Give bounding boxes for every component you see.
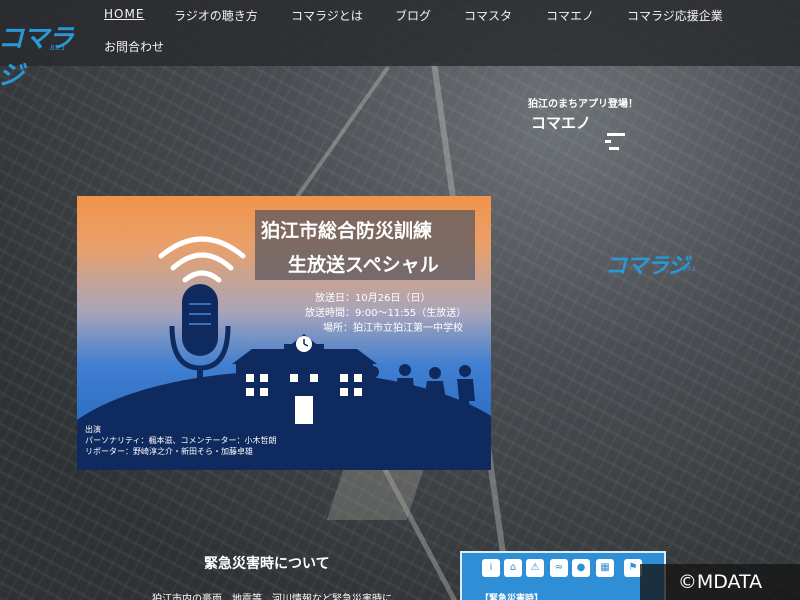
background-logo: コマラジ 85.1 xyxy=(605,248,715,279)
event-poster[interactable]: 狛江市総合防災訓練 生放送スペシャル 放送日：10月26日（日） 放送時間：9:… xyxy=(77,196,491,470)
poster-broadcast-time: 放送時間：9:00～11:55（生放送） xyxy=(305,308,467,319)
nav-sponsors[interactable]: コマラジ応援企業 xyxy=(627,7,723,24)
location-icon: ● xyxy=(572,559,590,577)
promo-tagline: 狛江のまちアプリ登場！ xyxy=(528,99,638,110)
arrows-icon xyxy=(605,130,627,152)
promo-app-name[interactable]: コマエノ xyxy=(531,112,591,133)
nav-how-to-listen[interactable]: ラジオの聴き方 xyxy=(174,7,258,24)
copyright-watermark: ©MDATA xyxy=(640,564,800,600)
warning-icon: ⚠ xyxy=(526,559,544,577)
site-logo[interactable]: コマラジ 85.1 xyxy=(0,18,93,91)
nav-contact[interactable]: お問合わせ xyxy=(104,38,164,55)
nav-about[interactable]: コマラジとは xyxy=(291,7,363,24)
school-field xyxy=(326,470,424,520)
building-icon: ▦ xyxy=(596,559,614,577)
cast-reporters: リポーター：野崎淳之介・新田そら・加藤卓雄 xyxy=(85,447,253,456)
students-icon xyxy=(361,364,475,424)
nav-komaeno[interactable]: コマエノ xyxy=(546,7,594,24)
poster-credits: 出演 パーソナリティ：楓本滋、コメンテーター：小木哲朗 リポーター：野崎淳之介・… xyxy=(85,424,277,457)
poster-broadcast-date: 放送日：10月26日（日） xyxy=(315,293,431,304)
home-icon: ⌂ xyxy=(504,559,522,577)
emergency-banner[interactable]: i ⌂ ⚠ ≈ ● ▦ ⚑ 【緊急災害時】 xyxy=(460,551,666,600)
emergency-section-text: 狛江市内の豪雨、地震等、河川情報など緊急災害時に xyxy=(152,594,392,600)
nav-home[interactable]: HOME xyxy=(104,7,144,21)
school-building-icon xyxy=(232,334,377,424)
logo-text: コマラジ xyxy=(0,24,74,91)
poster-title-line2: 生放送スペシャル xyxy=(288,254,439,276)
cast-personality: パーソナリティ：楓本滋、コメンテーター：小木哲朗 xyxy=(85,436,277,445)
background-logo-frequency: 85.1 xyxy=(683,266,697,273)
poster-title-line1: 狛江市総合防災訓練 xyxy=(261,220,433,242)
logo-frequency: 85.1 xyxy=(50,44,66,52)
nav-komasuta[interactable]: コマスタ xyxy=(464,7,512,24)
site-header: コマラジ 85.1 HOME ラジオの聴き方 コマラジとは ブログ コマスタ コ… xyxy=(0,0,800,91)
info-icon: i xyxy=(482,559,500,577)
nav-blog[interactable]: ブログ xyxy=(395,7,431,24)
cast-heading: 出演 xyxy=(85,425,101,434)
emergency-section-title: 緊急災害時について xyxy=(204,556,330,572)
water-icon: ≈ xyxy=(550,559,568,577)
background-logo-text: コマラジ xyxy=(605,254,690,279)
emergency-banner-label: 【緊急災害時】 xyxy=(480,594,544,600)
